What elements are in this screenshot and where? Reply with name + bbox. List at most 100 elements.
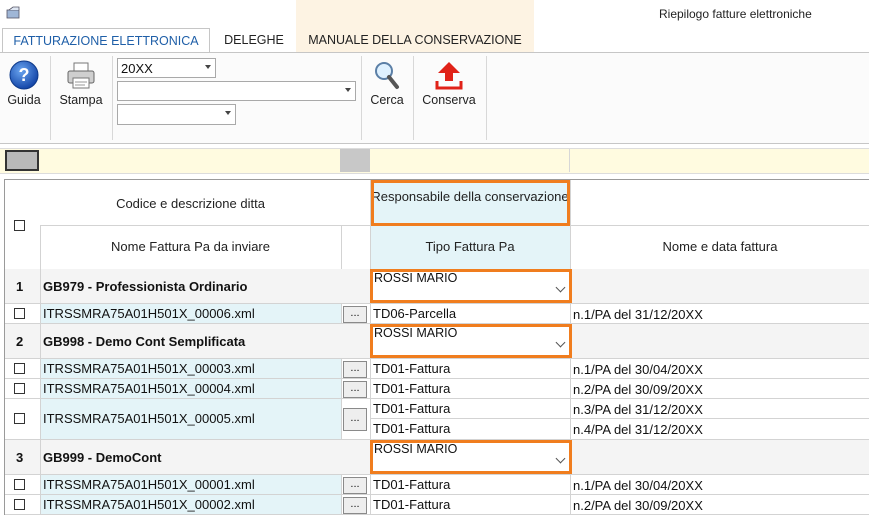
file-checkbox[interactable]: [14, 308, 25, 319]
header-nome-data: Nome e data fattura: [662, 239, 778, 254]
toolbar-separator: [112, 56, 113, 140]
cerca-label: Cerca: [370, 93, 404, 107]
grid-line: [40, 324, 41, 359]
year-select[interactable]: 20XX: [117, 58, 216, 78]
group-ditta: GB998 - Demo Cont Semplificata: [43, 334, 246, 349]
grid-line: [570, 475, 571, 494]
tab-fatturazione-elettronica[interactable]: FATTURAZIONE ELETTRONICA: [2, 28, 210, 52]
tipo-fattura: TD06-Parcella: [373, 306, 457, 321]
grid-line: [570, 399, 571, 439]
group-ditta: GB999 - DemoCont: [43, 450, 162, 465]
filter-select[interactable]: [117, 104, 236, 125]
window-title: Riepilogo fatture elettroniche: [659, 7, 812, 21]
app-icon: [6, 6, 22, 20]
responsabile-highlight: [370, 269, 572, 303]
grid-line: [570, 359, 571, 378]
nome-data-fattura: n.2/PA del 30/09/20XX: [573, 382, 703, 397]
tab-manuale-conservazione[interactable]: MANUALE DELLA CONSERVAZIONE: [296, 0, 534, 52]
grid-line: [341, 475, 342, 494]
search-icon: [375, 62, 399, 89]
guida-label: Guida: [7, 93, 41, 107]
grid-line: [570, 180, 571, 269]
upload-icon: [435, 62, 463, 90]
tipo-fattura: TD01-Fattura: [373, 497, 451, 512]
grid-line: [570, 379, 571, 398]
guida-button[interactable]: ? Guida: [2, 56, 46, 140]
grid-line: [370, 475, 371, 494]
file-details-button[interactable]: ...: [343, 361, 367, 378]
file-checkbox[interactable]: [14, 383, 25, 394]
file-checkbox[interactable]: [14, 499, 25, 510]
grid-line: [570, 304, 571, 323]
grid-line: [40, 304, 41, 323]
stampa-label: Stampa: [59, 93, 103, 107]
grid-line: [40, 269, 41, 304]
company-select[interactable]: [117, 81, 356, 101]
file-checkbox[interactable]: [14, 479, 25, 490]
help-icon: ?: [9, 60, 39, 90]
file-details-button[interactable]: ...: [343, 408, 367, 431]
file-checkbox[interactable]: [14, 413, 25, 424]
year-value: 20XX: [121, 61, 153, 76]
header-codice-ditta: Codice e descrizione ditta: [116, 196, 265, 211]
responsabile-highlight: [370, 324, 572, 358]
file-name: ITRSSMRA75A01H501X_00004.xml: [43, 381, 255, 396]
chevron-down-icon: [225, 111, 231, 115]
tipo-fattura: TD01-Fattura: [373, 401, 451, 416]
header-nome-fattura: Nome Fattura Pa da inviare: [111, 239, 270, 254]
nome-data-fattura: n.2/PA del 30/09/20XX: [573, 498, 703, 513]
file-details-button[interactable]: ...: [343, 306, 367, 323]
nome-data-fattura: n.1/PA del 30/04/20XX: [573, 362, 703, 377]
chevron-down-icon: [205, 65, 211, 69]
file-name: ITRSSMRA75A01H501X_00003.xml: [43, 361, 255, 376]
printer-icon: [67, 62, 95, 89]
header-tipo-fattura: Tipo Fattura Pa: [425, 239, 515, 254]
group-number: 2: [16, 334, 24, 349]
svg-text:?: ?: [19, 65, 30, 85]
grid-line: [370, 495, 371, 514]
tipo-fattura: TD01-Fattura: [373, 477, 451, 492]
tab-deleghe[interactable]: DELEGHE: [212, 28, 296, 52]
file-name: ITRSSMRA75A01H501X_00002.xml: [43, 497, 255, 512]
file-checkbox[interactable]: [14, 363, 25, 374]
grid-line: [40, 495, 41, 514]
grid-line: [341, 379, 342, 398]
nome-data-fattura: n.3/PA del 31/12/20XX: [573, 402, 703, 417]
grid-line: [570, 495, 571, 514]
group-number: 1: [16, 279, 24, 294]
nome-data-fattura: n.1/PA del 31/12/20XX: [573, 307, 703, 322]
grid-line: [40, 379, 41, 398]
grid-line: [341, 495, 342, 514]
grid-line: [341, 304, 342, 323]
invoice-grid: Codice e descrizione ditta Responsabile d…: [4, 179, 869, 515]
stampa-button[interactable]: Stampa: [54, 56, 108, 140]
grid-line: [370, 399, 371, 439]
toolbar-separator: [361, 56, 362, 140]
strip-cell: [340, 149, 370, 172]
strip-selector[interactable]: [5, 150, 39, 171]
grid-line: [370, 418, 869, 419]
tipo-fattura: TD01-Fattura: [373, 361, 451, 376]
select-all-checkbox[interactable]: [14, 220, 25, 231]
grid-line: [40, 399, 41, 439]
toolbar-separator: [50, 56, 51, 140]
grid-line: [370, 359, 371, 378]
filter-strip: [0, 148, 869, 174]
group-number: 3: [16, 450, 24, 465]
cerca-button[interactable]: Cerca: [364, 56, 410, 140]
grid-line: [40, 359, 41, 378]
conserva-label: Conserva: [422, 93, 476, 107]
file-details-button[interactable]: ...: [343, 497, 367, 514]
strip-divider: [569, 149, 570, 172]
chevron-down-icon: [345, 88, 351, 92]
grid-line: [341, 399, 342, 439]
responsabile-highlight: [370, 440, 572, 474]
tipo-fattura: TD01-Fattura: [373, 381, 451, 396]
grid-line: [341, 359, 342, 378]
file-details-button[interactable]: ...: [343, 477, 367, 494]
conserva-button[interactable]: Conserva: [416, 56, 482, 140]
grid-line: [341, 225, 342, 269]
file-details-button[interactable]: ...: [343, 381, 367, 398]
nome-data-fattura: n.1/PA del 30/04/20XX: [573, 478, 703, 493]
nome-data-fattura: n.4/PA del 31/12/20XX: [573, 422, 703, 437]
